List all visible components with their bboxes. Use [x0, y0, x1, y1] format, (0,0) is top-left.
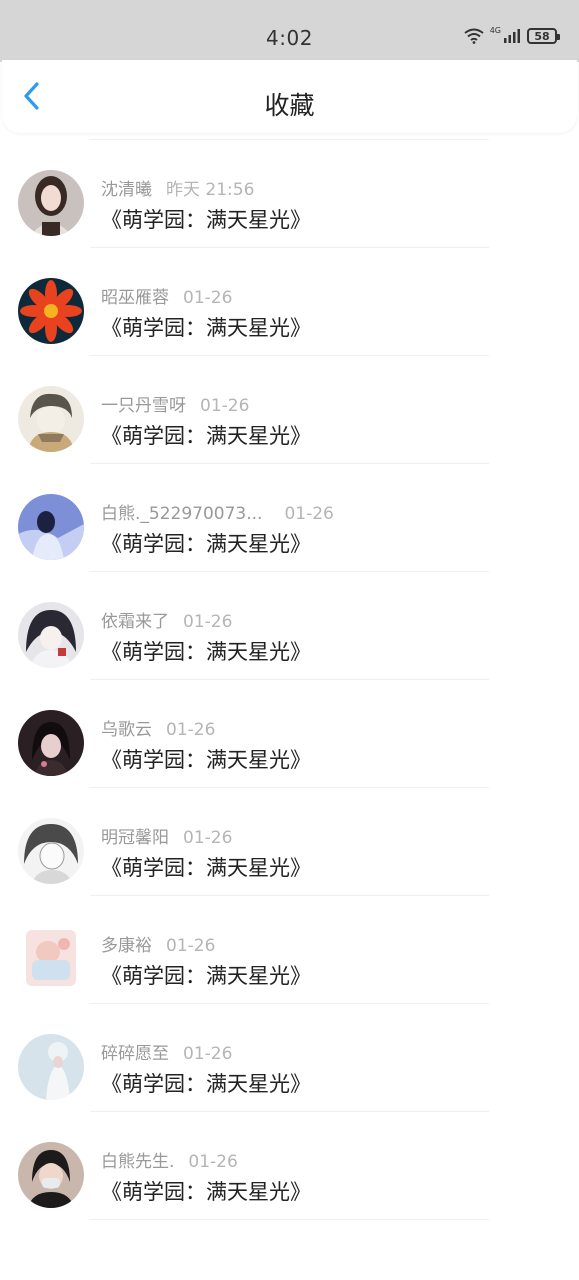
- item-title[interactable]: 《萌学园：满天星光》: [101, 1068, 311, 1098]
- timestamp: 01-26: [183, 828, 233, 848]
- avatar[interactable]: [18, 710, 84, 776]
- item-title[interactable]: 《萌学园：满天星光》: [101, 960, 311, 990]
- item-meta: 乌歌云 01-26: [101, 715, 215, 740]
- avatar[interactable]: [18, 602, 84, 668]
- favorites-list-inner: 小甲于叶今天 02:23《萌学园：满天星光》沈清曦昨天 21:56《萌学园：满天…: [0, 62, 579, 1220]
- item-title[interactable]: 《萌学园：满天星光》: [101, 744, 311, 774]
- item-title[interactable]: 《萌学园：满天星光》: [101, 528, 311, 558]
- item-meta: 多康裕 01-26: [101, 931, 215, 956]
- item-meta: 碎碎愿至 01-26: [101, 1039, 232, 1064]
- page-title: 收藏: [264, 91, 315, 120]
- avatar[interactable]: [18, 1034, 84, 1100]
- item-title[interactable]: 《萌学园：满天星光》: [101, 312, 311, 342]
- list-item[interactable]: 多康裕 01-26 《萌学园：满天星光》: [0, 896, 579, 1004]
- item-meta: 昭巫雁蓉 01-26: [101, 283, 232, 308]
- list-item[interactable]: 白熊先生. 01-26 《萌学园：满天星光》: [0, 1112, 579, 1220]
- username[interactable]: 昭巫雁蓉: [101, 288, 169, 308]
- item-meta: 一只丹雪呀 01-26: [101, 391, 249, 416]
- timestamp: 01-26: [183, 612, 233, 632]
- item-title[interactable]: 《萌学园：满天星光》: [101, 1176, 311, 1206]
- avatar[interactable]: [18, 170, 84, 236]
- list-item[interactable]: 一只丹雪呀 01-26 《萌学园：满天星光》: [0, 356, 579, 464]
- timestamp: 01-26: [183, 1044, 233, 1064]
- avatar[interactable]: [18, 278, 84, 344]
- avatar[interactable]: [26, 930, 76, 986]
- avatar[interactable]: [18, 494, 84, 560]
- item-meta: 白熊先生. 01-26: [101, 1147, 238, 1172]
- list-item[interactable]: 沈清曦 昨天 21:56 《萌学园：满天星光》: [0, 140, 579, 248]
- avatar[interactable]: [18, 1142, 84, 1208]
- battery-icon: 58: [527, 28, 560, 44]
- list-item[interactable]: 白熊._522970073... 01-26 《萌学园：满天星光》: [0, 464, 579, 572]
- username[interactable]: 乌歌云: [101, 720, 152, 740]
- status-icons: 4G 58: [464, 26, 560, 44]
- username[interactable]: 碎碎愿至: [101, 1044, 169, 1064]
- list-item[interactable]: 依霜来了 01-26 《萌学园：满天星光》: [0, 572, 579, 680]
- timestamp: 昨天 21:56: [166, 180, 255, 200]
- network-type: 4G: [489, 26, 501, 35]
- battery-level: 58: [534, 29, 550, 43]
- list-item[interactable]: 乌歌云 01-26 《萌学园：满天星光》: [0, 680, 579, 788]
- item-title[interactable]: 《萌学园：满天星光》: [101, 852, 311, 882]
- item-meta: 明冠馨阳 01-26: [101, 823, 232, 848]
- list-item[interactable]: 碎碎愿至 01-26 《萌学园：满天星光》: [0, 1004, 579, 1112]
- list-item[interactable]: 昭巫雁蓉 01-26 《萌学园：满天星光》: [0, 248, 579, 356]
- timestamp: 01-26: [188, 1152, 238, 1172]
- item-meta: 依霜来了 01-26: [101, 607, 232, 632]
- item-title[interactable]: 《萌学园：满天星光》: [101, 204, 311, 234]
- username[interactable]: 白熊._522970073...: [101, 504, 262, 524]
- header-bar: 收藏: [2, 60, 577, 133]
- item-title[interactable]: 《萌学园：满天星光》: [101, 420, 311, 450]
- timestamp: 01-26: [166, 720, 216, 740]
- item-meta: 白熊._522970073... 01-26: [101, 499, 334, 524]
- item-meta: 沈清曦 昨天 21:56: [101, 175, 254, 200]
- username[interactable]: 多康裕: [101, 936, 152, 956]
- timestamp: 01-26: [166, 936, 216, 956]
- status-bar: 4:02 4G 58: [0, 0, 579, 62]
- list-item[interactable]: 明冠馨阳 01-26 《萌学园：满天星光》: [0, 788, 579, 896]
- username[interactable]: 明冠馨阳: [101, 828, 169, 848]
- item-title[interactable]: 《萌学园：满天星光》: [101, 636, 311, 666]
- avatar[interactable]: [18, 386, 84, 452]
- timestamp: 01-26: [200, 396, 250, 416]
- wifi-icon: [464, 28, 484, 44]
- username[interactable]: 沈清曦: [101, 180, 152, 200]
- username[interactable]: 依霜来了: [101, 612, 169, 632]
- divider: [90, 1219, 489, 1220]
- signal-icon: [503, 28, 521, 44]
- timestamp: 01-26: [284, 504, 334, 524]
- username[interactable]: 白熊先生.: [101, 1152, 174, 1172]
- timestamp: 01-26: [183, 288, 233, 308]
- username[interactable]: 一只丹雪呀: [101, 396, 186, 416]
- avatar[interactable]: [18, 818, 84, 884]
- favorites-list[interactable]: 小甲于叶今天 02:23《萌学园：满天星光》沈清曦昨天 21:56《萌学园：满天…: [0, 62, 579, 1280]
